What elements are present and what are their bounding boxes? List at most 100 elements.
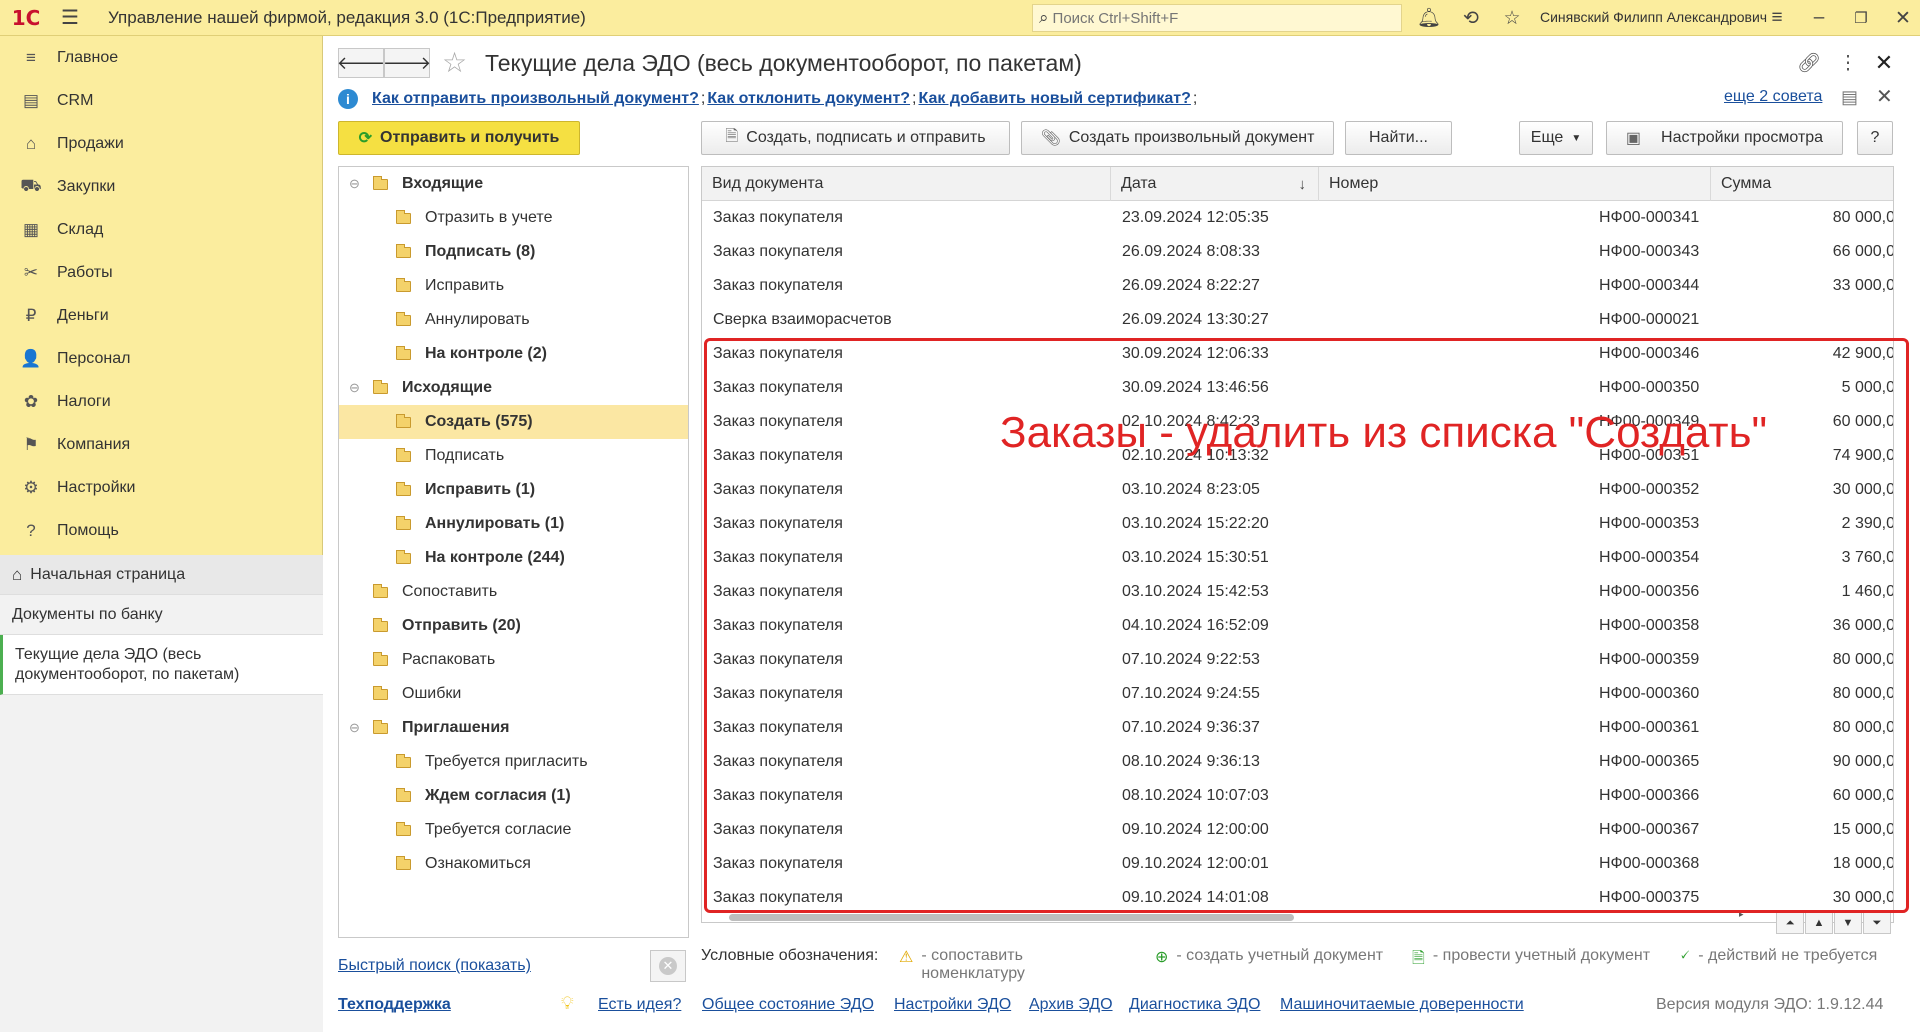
table-row[interactable]: Заказ покупателя 07.10.2024 9:22:53 НФ00-0…	[702, 643, 1893, 677]
create-sign-send-button[interactable]: 🗎 Создать, подписать и отправить	[701, 121, 1010, 155]
restore-icon[interactable]: ❐	[1846, 0, 1876, 36]
quick-search-link[interactable]: Быстрый поиск (показать)	[338, 957, 531, 975]
table-row[interactable]: Заказ покупателя 03.10.2024 15:30:51 НФ00-…	[702, 541, 1893, 575]
tree-node[interactable]: Ждем согласия (1)	[339, 779, 688, 813]
table-row[interactable]: Заказ покупателя 04.10.2024 16:52:09 НФ00-…	[702, 609, 1893, 643]
column-header-sum[interactable]: Сумма	[1711, 167, 1893, 201]
tree-node[interactable]: Требуется согласие	[339, 813, 688, 847]
view-settings-button[interactable]: ▣ Настройки просмотра	[1606, 121, 1843, 155]
sidebar-item[interactable]: ⚑ Компания	[0, 423, 322, 466]
sidebar-item[interactable]: ▦ Склад	[0, 208, 322, 251]
back-button[interactable]: 🡐	[337, 48, 385, 78]
settings-menu-icon[interactable]: ≡	[1762, 0, 1792, 36]
column-header-date[interactable]: Дата ↓	[1111, 167, 1319, 201]
table-row[interactable]: Заказ покупателя 09.10.2024 14:01:08 НФ00-…	[702, 881, 1893, 915]
collapse-icon[interactable]: ⊖	[349, 380, 360, 396]
scroll-to-top-button[interactable]: ⏶	[1776, 912, 1804, 934]
scroll-right-icon[interactable]: ▸	[1739, 909, 1744, 920]
more-tips-link[interactable]: еще 2 совета	[1724, 88, 1822, 106]
add-favorite-star-icon[interactable]: ☆	[442, 46, 467, 79]
forward-button[interactable]: 🡒	[383, 48, 431, 78]
sidebar-item[interactable]: ⛟ Закупки	[0, 165, 322, 208]
more-button[interactable]: Еще ▼	[1519, 121, 1593, 155]
tips-list-icon[interactable]: ▤	[1841, 87, 1858, 108]
user-name[interactable]: Синявский Филипп Александрович	[1540, 9, 1767, 25]
horizontal-scrollbar[interactable]: ▸	[701, 909, 1751, 922]
sidebar-item[interactable]: ✿ Налоги	[0, 380, 322, 423]
table-row[interactable]: Заказ покупателя 23.09.2024 12:05:35 НФ00-…	[702, 201, 1893, 235]
open-window-current-edo[interactable]: Текущие дела ЭДО (весь документооборот, п…	[0, 635, 323, 695]
sidebar-item[interactable]: ▤ CRM	[0, 79, 322, 122]
tree-node[interactable]: ⊖ Исходящие	[339, 371, 688, 405]
edo-archive-link[interactable]: Архив ЭДО	[1029, 996, 1113, 1014]
table-row[interactable]: Заказ покупателя 03.10.2024 8:23:05 НФ00-0…	[702, 473, 1893, 507]
scroll-to-bottom-button[interactable]: ⏷	[1863, 912, 1891, 934]
tree-node[interactable]: Подписать	[339, 439, 688, 473]
tree-node[interactable]: Распаковать	[339, 643, 688, 677]
table-row[interactable]: Заказ покупателя 08.10.2024 10:07:03 НФ00-…	[702, 779, 1893, 813]
bell-icon[interactable]: 🔔︎	[1414, 0, 1444, 36]
sidebar-item[interactable]: ≡ Главное	[0, 36, 322, 79]
scrollbar-thumb[interactable]	[729, 914, 1294, 921]
machine-readable-poa-link[interactable]: Машиночитаемые доверенности	[1280, 996, 1524, 1014]
tree-node[interactable]: Аннулировать	[339, 303, 688, 337]
tree-node[interactable]: На контроле (2)	[339, 337, 688, 371]
tree-node[interactable]: Исправить	[339, 269, 688, 303]
edo-state-link[interactable]: Общее состояние ЭДО	[702, 996, 874, 1014]
table-row[interactable]: Заказ покупателя 26.09.2024 8:08:33 НФ00-0…	[702, 235, 1893, 269]
help-button[interactable]: ?	[1857, 121, 1893, 155]
table-row[interactable]: Сверка взаиморасчетов 26.09.2024 13:30:27…	[702, 303, 1893, 337]
tree-node[interactable]: Ознакомиться	[339, 847, 688, 881]
sidebar-item[interactable]: ? Помощь	[0, 509, 322, 552]
tree-node[interactable]: На контроле (244)	[339, 541, 688, 575]
tree-node[interactable]: ⊖ Входящие	[339, 167, 688, 201]
tip-link-certificate[interactable]: Как добавить новый сертификат?	[919, 90, 1191, 108]
global-search-input[interactable]	[1052, 9, 1383, 27]
edo-settings-link[interactable]: Настройки ЭДО	[894, 996, 1011, 1014]
tips-close-icon[interactable]: ✕	[1876, 84, 1893, 109]
find-button[interactable]: Найти...	[1345, 121, 1452, 155]
table-row[interactable]: Заказ покупателя 09.10.2024 12:00:01 НФ00-…	[702, 847, 1893, 881]
tree-node[interactable]: Требуется пригласить	[339, 745, 688, 779]
history-icon[interactable]: ⟲	[1456, 0, 1486, 36]
tree-node[interactable]: ⊖ Приглашения	[339, 711, 688, 745]
sidebar-item[interactable]: 👤 Персонал	[0, 337, 322, 380]
home-page-link[interactable]: ⌂ Начальная страница	[0, 555, 323, 595]
column-header-number[interactable]: Номер	[1319, 167, 1711, 201]
close-page-icon[interactable]: ✕	[1872, 50, 1896, 76]
table-row[interactable]: Заказ покупателя 30.09.2024 13:46:56 НФ00-…	[702, 371, 1893, 405]
tree-node[interactable]: Отразить в учете	[339, 201, 688, 235]
send-receive-button[interactable]: ⟳ Отправить и получить	[338, 121, 580, 155]
quick-search-clear-button[interactable]: ✕	[650, 950, 686, 982]
collapse-icon[interactable]: ⊖	[349, 176, 360, 192]
open-window-bank-documents[interactable]: Документы по банку	[0, 595, 323, 635]
favorites-star-icon[interactable]: ☆	[1497, 0, 1527, 36]
table-row[interactable]: Заказ покупателя 30.09.2024 12:06:33 НФ00-…	[702, 337, 1893, 371]
edo-diagnostics-link[interactable]: Диагностика ЭДО	[1129, 996, 1260, 1014]
close-window-icon[interactable]: ✕	[1888, 0, 1918, 36]
table-row[interactable]: Заказ покупателя 26.09.2024 8:22:27 НФ00-0…	[702, 269, 1893, 303]
tip-link-arbitrary[interactable]: Как отправить произвольный документ?	[372, 90, 699, 108]
tree-node[interactable]: Подписать (8)	[339, 235, 688, 269]
scroll-up-button[interactable]: ▲	[1805, 912, 1833, 934]
table-row[interactable]: Заказ покупателя 08.10.2024 9:36:13 НФ00-0…	[702, 745, 1893, 779]
link-icon[interactable]: 🔗︎	[1797, 50, 1821, 76]
table-row[interactable]: Заказ покупателя 07.10.2024 9:24:55 НФ00-0…	[702, 677, 1893, 711]
tree-node[interactable]: Исправить (1)	[339, 473, 688, 507]
support-link[interactable]: Техподдержка	[338, 996, 451, 1014]
minimize-icon[interactable]: –	[1804, 0, 1834, 36]
tip-link-reject[interactable]: Как отклонить документ?	[707, 90, 910, 108]
table-row[interactable]: Заказ покупателя 03.10.2024 15:42:53 НФ00-…	[702, 575, 1893, 609]
tree-node[interactable]: Создать (575)	[339, 405, 688, 439]
collapse-icon[interactable]: ⊖	[349, 720, 360, 736]
tree-node[interactable]: Сопоставить	[339, 575, 688, 609]
sidebar-item[interactable]: ₽ Деньги	[0, 294, 322, 337]
tree-node[interactable]: Аннулировать (1)	[339, 507, 688, 541]
tree-node[interactable]: Ошибки	[339, 677, 688, 711]
sidebar-item[interactable]: ⚙ Настройки	[0, 466, 322, 509]
table-row[interactable]: Заказ покупателя 07.10.2024 9:36:37 НФ00-0…	[702, 711, 1893, 745]
idea-link[interactable]: Есть идея?	[598, 996, 681, 1014]
sidebar-item[interactable]: ⌂ Продажи	[0, 122, 322, 165]
tree-node[interactable]: Отправить (20)	[339, 609, 688, 643]
column-header-kind[interactable]: Вид документа	[702, 167, 1111, 201]
